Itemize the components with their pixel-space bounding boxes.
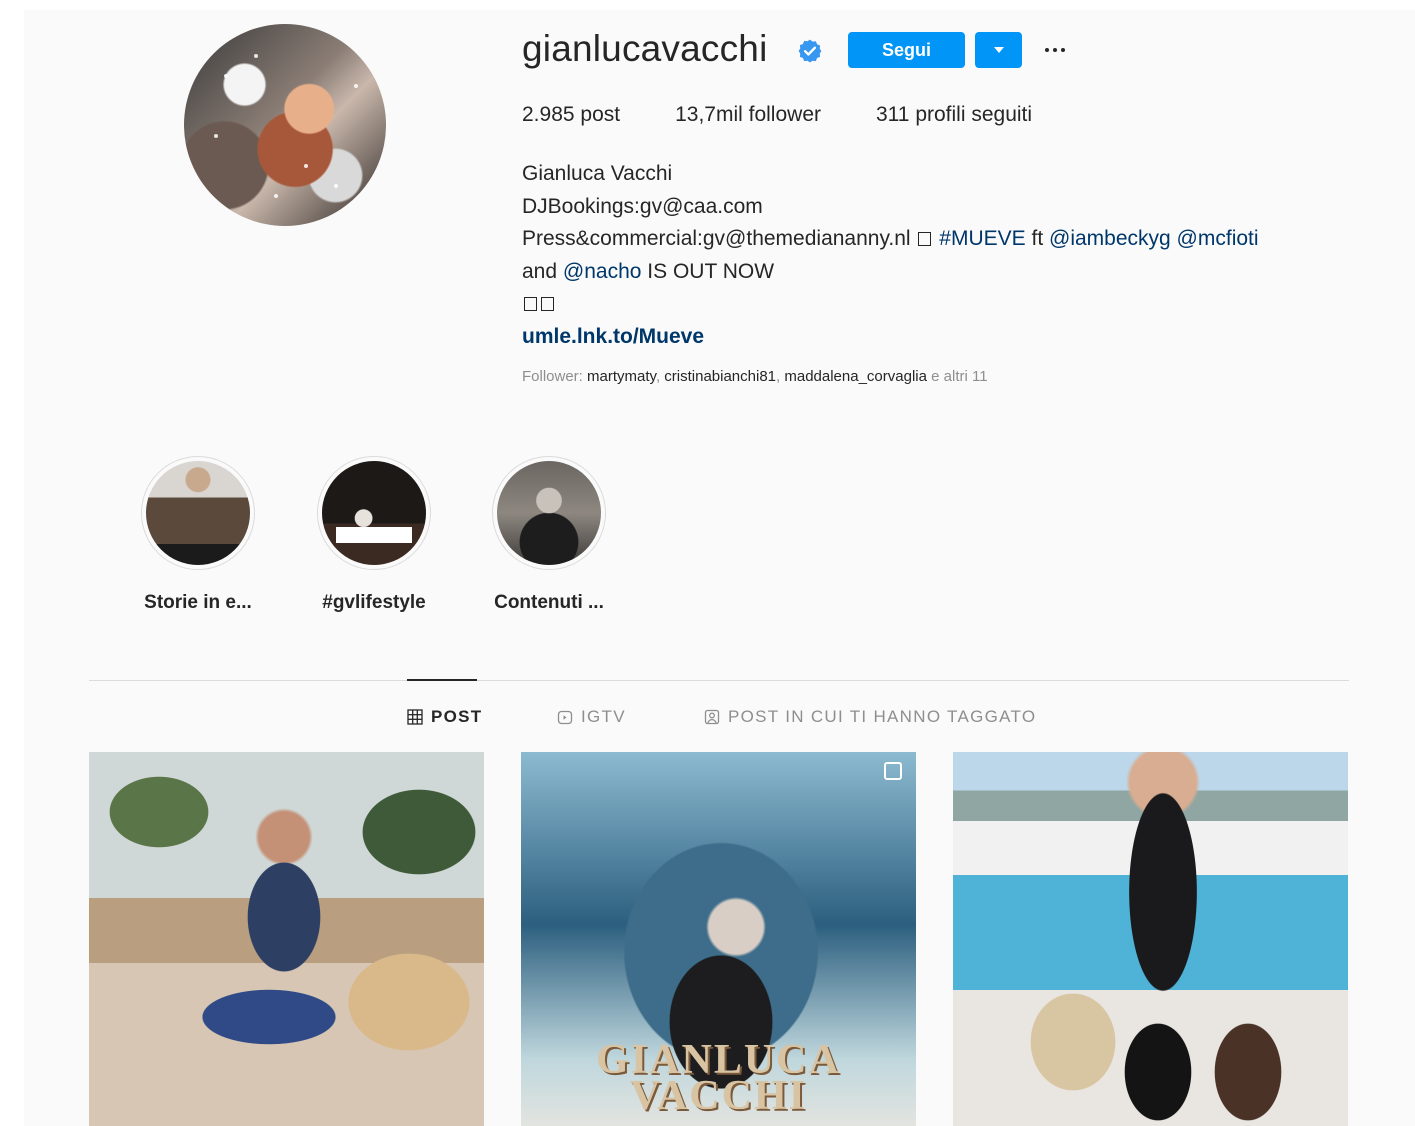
profile-avatar[interactable]	[184, 24, 386, 226]
verified-badge-icon	[798, 39, 822, 63]
missing-glyph-icon	[918, 232, 932, 246]
profile-bio: Gianluca Vacchi DJBookings:gv@caa.com Pr…	[522, 158, 1382, 353]
full-name: Gianluca Vacchi	[522, 162, 673, 185]
highlight-label: Storie in e...	[144, 592, 252, 613]
post-thumbnail[interactable]: GIANLUCA VACCHI	[521, 752, 916, 1126]
multiple-posts-icon	[884, 762, 902, 780]
bio-ft-text: ft	[1031, 227, 1044, 250]
following-link[interactable]: 311 profili seguiti	[876, 103, 1032, 127]
bio-and-text: and	[522, 259, 558, 283]
igtv-icon	[557, 710, 573, 725]
suggested-dropdown-button[interactable]	[975, 32, 1022, 68]
story-highlight[interactable]: Contenuti ...	[491, 456, 607, 614]
bio-line-glyphs	[522, 288, 1382, 321]
tab-igtv[interactable]: IGTV	[557, 707, 626, 727]
followers-link[interactable]: 13,7mil follower	[675, 103, 821, 127]
mention-link[interactable]: @iambeckyg	[1049, 227, 1171, 250]
followed-by-prefix: Follower:	[522, 368, 583, 385]
follower-name-link[interactable]: martymaty	[587, 368, 656, 385]
tabs-divider	[89, 680, 1349, 681]
mention-link[interactable]: @nacho	[563, 260, 642, 283]
highlight-cover	[322, 461, 426, 565]
missing-glyph-icon	[541, 297, 554, 311]
posts-count: 2.985 post	[522, 103, 621, 126]
tab-label: IGTV	[581, 707, 626, 726]
bio-line-bookings: DJBookings:gv@caa.com	[522, 194, 763, 218]
profile-stats: 2.985 post 13,7mil follower 311 profili …	[522, 103, 1087, 127]
post-thumbnail[interactable]	[953, 752, 1348, 1126]
tagged-icon	[704, 709, 720, 725]
more-options-button[interactable]	[1040, 32, 1070, 68]
bio-line-press: Press&commercial:gv@themediananny.nl #MU…	[522, 223, 1382, 256]
follower-name-link[interactable]: maddalena_corvaglia	[784, 368, 927, 385]
highlight-label: Contenuti ...	[494, 592, 604, 613]
followed-by: Follower: martymaty, cristinabianchi81, …	[522, 368, 988, 385]
story-highlight[interactable]: Storie in e...	[140, 456, 256, 614]
active-tab-indicator	[407, 679, 477, 681]
website-link[interactable]: umle.lnk.to/Mueve	[522, 321, 1382, 354]
profile-username: gianlucavacchi	[522, 28, 768, 69]
bio-line-release: and @nacho IS OUT NOW	[522, 256, 1382, 289]
tab-label: POST IN CUI TI HANNO TAGGATO	[728, 707, 1037, 726]
highlight-label: #gvlifestyle	[322, 592, 426, 613]
mention-link[interactable]: @mcfioti	[1177, 227, 1259, 250]
profile-page: gianlucavacchi Segui 2.985 post 13,7mil …	[24, 10, 1415, 1126]
followed-by-more[interactable]: e altri 11	[931, 368, 987, 385]
post-thumbnail[interactable]	[89, 752, 484, 1126]
highlight-cover	[497, 461, 601, 565]
tab-label: POST	[431, 707, 483, 726]
follower-name-link[interactable]: cristinabianchi81	[664, 368, 776, 385]
follow-button[interactable]: Segui	[848, 32, 965, 68]
tab-posts[interactable]: POST	[407, 707, 483, 727]
bio-press-text: Press&commercial:gv@themediananny.nl	[522, 227, 911, 250]
post-artwork-text: GIANLUCA VACCHI	[596, 1037, 841, 1119]
tab-tagged[interactable]: POST IN CUI TI HANNO TAGGATO	[704, 707, 1036, 727]
chevron-down-icon	[993, 47, 1004, 53]
grid-icon	[407, 709, 423, 725]
bio-out-now-text: IS OUT NOW	[647, 259, 775, 283]
story-highlight[interactable]: #gvlifestyle	[316, 456, 432, 614]
highlight-cover	[146, 461, 250, 565]
missing-glyph-icon	[524, 297, 537, 311]
hashtag-link[interactable]: #MUEVE	[939, 227, 1025, 250]
